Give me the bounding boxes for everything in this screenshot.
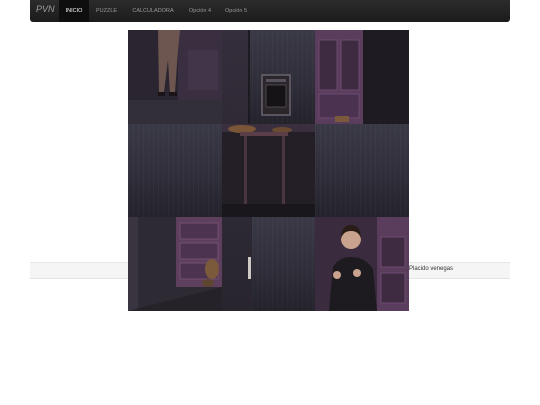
puzzle-tile-4[interactable]	[128, 123, 222, 217]
nav-item-opcion-5[interactable]: Opción 5	[219, 0, 253, 22]
nav-item-opcion-4[interactable]: Opción 4	[183, 0, 217, 22]
nav-item-calculadora[interactable]: CALCULADORA	[125, 0, 181, 22]
puzzle-tile-2[interactable]	[221, 30, 315, 124]
nav-item-inicio[interactable]: INICIO	[59, 0, 89, 22]
puzzle-tile-7[interactable]	[128, 217, 222, 311]
puzzle-tile-5[interactable]	[221, 123, 315, 217]
puzzle-tile-3[interactable]	[315, 30, 409, 124]
footer-author: Placido venegas	[409, 266, 454, 272]
puzzle-tile-6[interactable]	[315, 123, 409, 217]
nav-item-puzzle[interactable]: PUZZLE	[90, 0, 123, 22]
brand-logo[interactable]: PVN	[36, 4, 55, 14]
puzzle-tile-1[interactable]	[128, 30, 222, 124]
puzzle-tile-9[interactable]	[315, 217, 409, 311]
puzzle-tile-8[interactable]	[221, 217, 315, 311]
puzzle-board[interactable]	[128, 30, 409, 311]
top-navbar: PVN INICIO PUZZLE CALCULADORA Opción 4 O…	[30, 0, 510, 22]
